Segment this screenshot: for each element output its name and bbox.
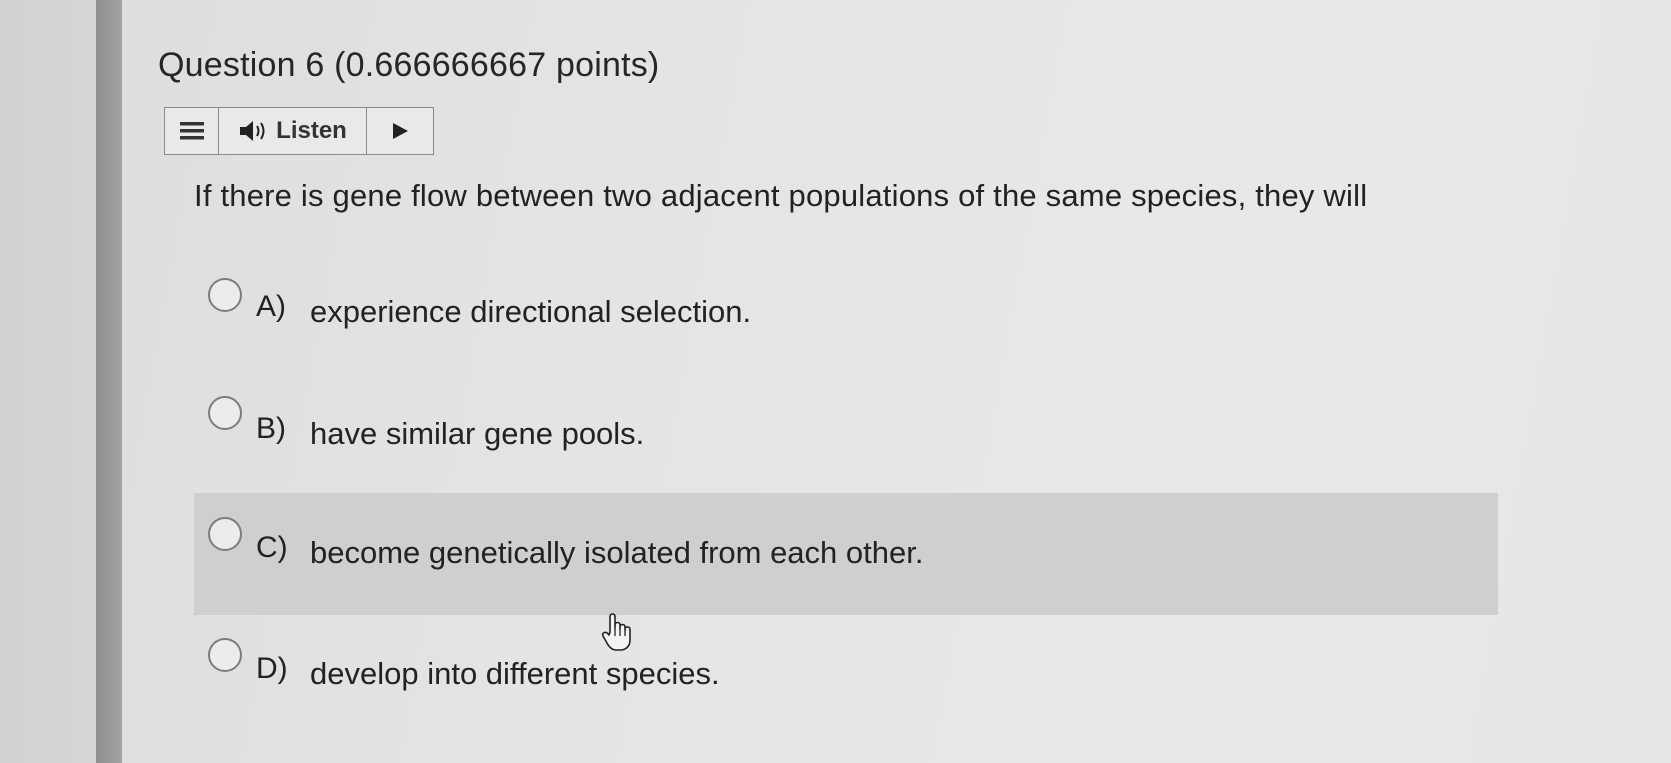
option-letter-c: C) [256,531,288,564]
answer-option-b[interactable]: B) have similar gene pools. [194,374,1498,496]
hamburger-menu-icon [179,122,204,140]
option-text-a: experience directional selection. [310,294,752,329]
question-prompt: If there is gene flow between two adjace… [194,178,1368,213]
play-button[interactable] [367,108,433,154]
listen-label: Listen [276,117,347,144]
radio-button-b[interactable] [208,396,242,430]
question-title: Question 6 (0.666666667 points) [158,46,660,84]
option-text-c: become genetically isolated from each ot… [310,535,924,570]
answer-option-a[interactable]: A) experience directional selection. [194,252,1498,374]
radio-button-d[interactable] [208,638,242,672]
option-letter-b: B) [256,412,286,445]
listen-button[interactable]: Listen [219,108,367,154]
left-scroll-rail [96,0,122,763]
radio-button-c[interactable] [208,517,242,551]
play-icon [393,123,408,139]
option-letter-a: A) [256,290,286,323]
radio-button-a[interactable] [208,278,242,312]
toolbar-menu-button[interactable] [165,108,219,154]
option-text-d: develop into different species. [310,656,720,691]
answer-option-d[interactable]: D) develop into different species. [194,616,1498,738]
speaker-icon [240,121,265,141]
read-aloud-toolbar: Listen [164,107,434,155]
option-text-b: have similar gene pools. [310,416,645,451]
answer-option-c[interactable]: C) become genetically isolated from each… [194,493,1498,615]
option-letter-d: D) [256,652,288,685]
left-panel [0,0,96,763]
hand-pointer-cursor-icon [601,613,631,651]
question-container: Question 6 (0.666666667 points) Listen I… [122,0,1671,763]
